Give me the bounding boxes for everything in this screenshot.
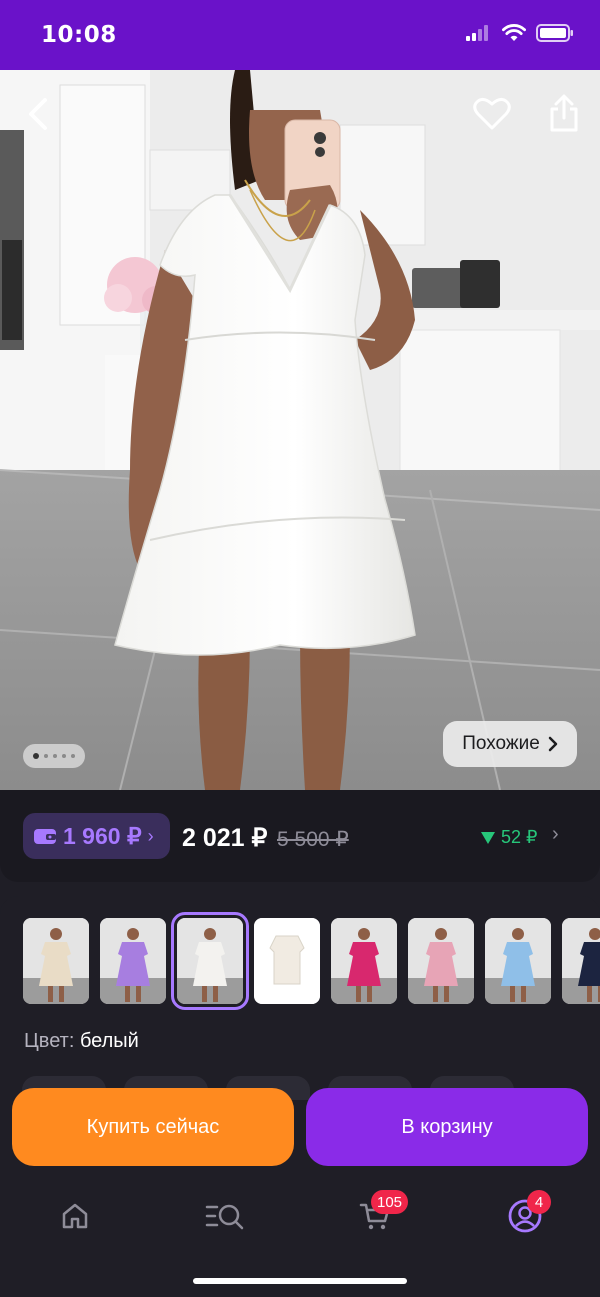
nav-home[interactable] bbox=[45, 1194, 105, 1238]
pager-dot bbox=[62, 754, 66, 758]
cart-badge: 105 bbox=[371, 1190, 409, 1214]
nav-catalog[interactable] bbox=[195, 1194, 255, 1238]
color-thumbnail-fuchsia[interactable] bbox=[331, 918, 397, 1004]
product-image-gallery[interactable]: Похожие bbox=[0, 70, 600, 790]
back-button[interactable] bbox=[18, 92, 58, 136]
bottom-navigation: 105 4 bbox=[0, 1180, 600, 1297]
pager-dot bbox=[71, 754, 75, 758]
color-thumbnail-pink[interactable] bbox=[408, 918, 474, 1004]
wifi-icon bbox=[502, 24, 526, 41]
thumbnail-image bbox=[408, 918, 474, 1004]
share-icon bbox=[550, 94, 578, 132]
down-triangle-icon bbox=[481, 831, 495, 844]
color-thumbnail-navy[interactable] bbox=[562, 918, 600, 1004]
color-thumbnail-white[interactable] bbox=[171, 912, 249, 1010]
current-price: 2 021 ₽ bbox=[182, 824, 268, 852]
old-price: 5 500 ₽ bbox=[277, 828, 349, 851]
profile-badge: 4 bbox=[527, 1190, 551, 1214]
color-value: белый bbox=[79, 1030, 139, 1052]
wallet-icon bbox=[34, 829, 56, 844]
chevron-right-icon bbox=[548, 736, 558, 752]
pager-dot bbox=[44, 754, 48, 758]
status-icons bbox=[466, 24, 574, 42]
price-drop-value: 52 ₽ bbox=[501, 827, 538, 847]
thumbnail-image bbox=[254, 918, 320, 1004]
battery-icon bbox=[536, 24, 573, 42]
pager-dot bbox=[53, 754, 57, 758]
signal-icon bbox=[466, 25, 488, 41]
thumbnail-image bbox=[485, 918, 551, 1004]
variants-section: Цвет: белый bbox=[0, 896, 600, 1216]
selected-color: Цвет: белый bbox=[24, 1030, 139, 1053]
share-button[interactable] bbox=[542, 90, 586, 136]
wallet-price: 1 960 ₽ bbox=[63, 822, 142, 849]
home-icon bbox=[62, 1203, 88, 1229]
color-thumbnail-white-flat[interactable] bbox=[254, 918, 320, 1004]
color-thumbnail-beige[interactable] bbox=[23, 918, 89, 1004]
thumbnail-image bbox=[177, 918, 243, 1004]
pager-dot-active bbox=[33, 753, 39, 759]
product-photo bbox=[0, 70, 600, 790]
thumbnail-image bbox=[100, 918, 166, 1004]
similar-label: Похожие bbox=[462, 733, 540, 754]
similar-items-button[interactable]: Похожие bbox=[443, 721, 577, 767]
thumbnail-image bbox=[23, 918, 89, 1004]
status-time: 10:08 bbox=[41, 22, 117, 48]
image-pager bbox=[23, 744, 85, 768]
chevron-left-icon bbox=[29, 98, 47, 130]
product-page: 10:08 Похожие 1 960 ₽ › 2 021 ₽ 5 500 ₽ … bbox=[0, 0, 600, 1297]
wallet-price-button[interactable]: 1 960 ₽ › bbox=[23, 813, 170, 859]
price-drop-info[interactable]: 52 ₽ bbox=[481, 827, 537, 848]
catalog-search-icon bbox=[205, 1204, 244, 1230]
price-section: 1 960 ₽ › 2 021 ₽ 5 500 ₽ 52 ₽ › bbox=[0, 790, 600, 882]
favorite-button[interactable] bbox=[470, 92, 514, 136]
color-thumbnails bbox=[23, 912, 600, 1010]
color-thumbnail-light-blue[interactable] bbox=[485, 918, 551, 1004]
color-thumbnail-lilac[interactable] bbox=[100, 918, 166, 1004]
add-to-cart-button[interactable]: В корзину bbox=[306, 1088, 588, 1166]
chevron-right-icon: › bbox=[147, 825, 154, 846]
thumbnail-image bbox=[562, 918, 600, 1004]
buy-now-button[interactable]: Купить сейчас bbox=[12, 1088, 294, 1166]
thumbnail-image bbox=[331, 918, 397, 1004]
chevron-right-icon: › bbox=[552, 823, 559, 845]
home-indicator bbox=[193, 1278, 407, 1284]
heart-icon bbox=[473, 97, 511, 130]
status-bar: 10:08 bbox=[0, 0, 600, 70]
color-label: Цвет: bbox=[24, 1030, 75, 1052]
